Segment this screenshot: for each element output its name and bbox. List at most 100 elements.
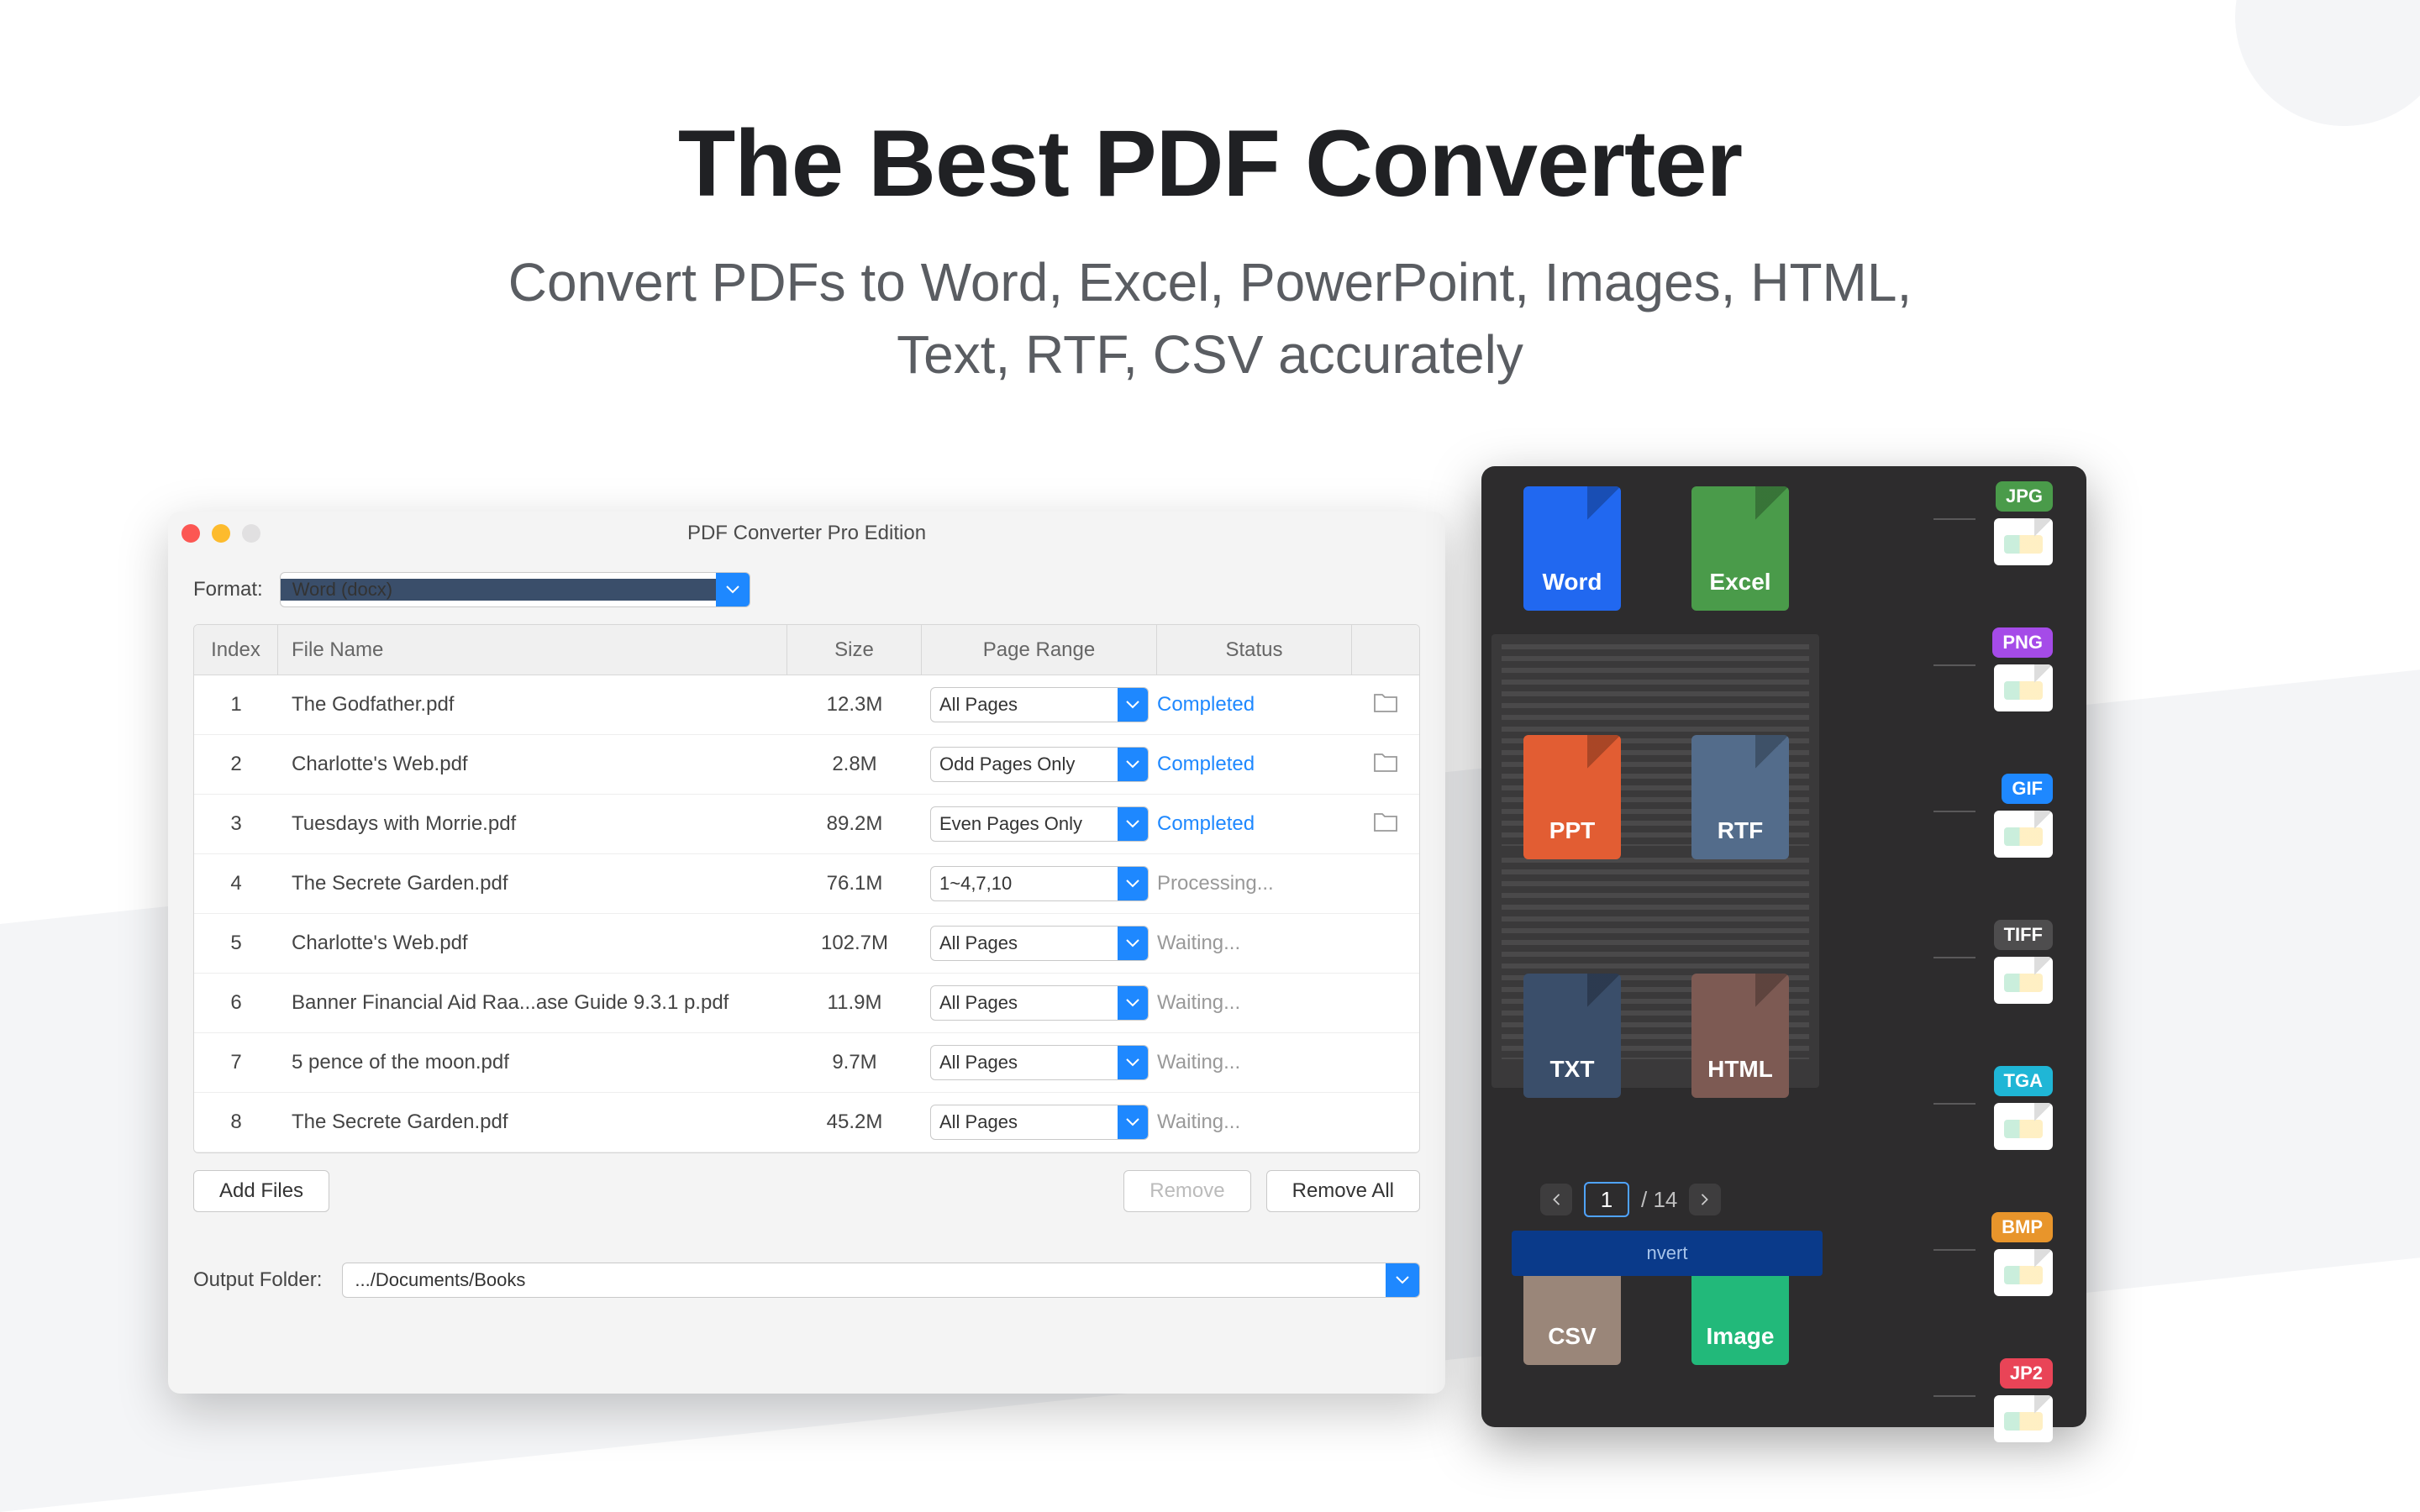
cell-index: 4	[194, 872, 278, 895]
hero-section: The Best PDF Converter Convert PDFs to W…	[0, 109, 2420, 391]
cell-index: 2	[194, 753, 278, 776]
file-tile-html[interactable]: HTML	[1691, 974, 1789, 1098]
output-path: .../Documents/Books	[343, 1269, 1386, 1291]
file-tile-label: RTF	[1718, 817, 1763, 844]
output-row: Output Folder: .../Documents/Books	[168, 1229, 1445, 1298]
page-range-value: All Pages	[931, 1111, 1118, 1133]
open-folder-button[interactable]	[1373, 811, 1398, 838]
header-status: Status	[1157, 625, 1352, 675]
cell-index: 8	[194, 1110, 278, 1134]
chevron-down-icon	[716, 573, 750, 606]
file-tile-label: Excel	[1709, 569, 1770, 596]
open-folder-button[interactable]	[1373, 691, 1398, 719]
table-row[interactable]: 7 5 pence of the moon.pdf 9.7M All Pages…	[194, 1033, 1419, 1093]
image-tag-tiff: TIFF	[1991, 920, 2053, 1004]
page-range-select[interactable]: Even Pages Only	[930, 806, 1149, 842]
bg-decor-circle	[2235, 0, 2420, 126]
image-thumb-icon	[1994, 1395, 2053, 1442]
add-files-button[interactable]: Add Files	[193, 1170, 329, 1212]
image-tag-jp2: JP2	[1991, 1358, 2053, 1442]
cell-page-range: All Pages	[922, 687, 1157, 722]
image-format-tag: JP2	[2000, 1358, 2053, 1389]
file-tile-label: TXT	[1550, 1056, 1595, 1083]
file-table: Index File Name Size Page Range Status 1…	[193, 624, 1420, 1153]
page-range-select[interactable]: All Pages	[930, 1045, 1149, 1080]
chevron-down-icon	[1118, 748, 1148, 781]
image-thumb-icon	[1994, 518, 2053, 565]
format-row: Format: Word (docx)	[168, 555, 1445, 624]
header-page-range: Page Range	[922, 625, 1157, 675]
image-thumb-icon	[1994, 664, 2053, 711]
cell-size: 11.9M	[787, 991, 922, 1015]
image-tag-gif: GIF	[1991, 774, 2053, 858]
format-value: Word (docx)	[281, 579, 716, 601]
file-tile-txt[interactable]: TXT	[1523, 974, 1621, 1098]
image-thumb-icon	[1994, 811, 2053, 858]
app-window: PDF Converter Pro Edition Format: Word (…	[168, 512, 1445, 1394]
table-row[interactable]: 1 The Godfather.pdf 12.3M All Pages Comp…	[194, 675, 1419, 735]
prev-page-button[interactable]	[1540, 1184, 1572, 1215]
page-range-select[interactable]: All Pages	[930, 687, 1149, 722]
cell-file-name: Charlotte's Web.pdf	[278, 932, 787, 955]
open-folder-button[interactable]	[1373, 751, 1398, 779]
image-format-tag: TGA	[1994, 1066, 2053, 1096]
file-corner-icon	[1755, 486, 1789, 520]
page-range-select[interactable]: All Pages	[930, 1105, 1149, 1140]
format-label: Format:	[193, 578, 263, 601]
convert-button[interactable]: nvert	[1512, 1231, 1823, 1276]
cell-size: 45.2M	[787, 1110, 922, 1134]
file-tile-word[interactable]: Word	[1523, 486, 1621, 611]
cell-status: Waiting...	[1157, 932, 1352, 955]
next-page-button[interactable]	[1689, 1184, 1721, 1215]
remove-all-button[interactable]: Remove All	[1266, 1170, 1420, 1212]
image-tag-png: PNG	[1991, 627, 2053, 711]
cell-status: Processing...	[1157, 872, 1352, 895]
cell-page-range: All Pages	[922, 1105, 1157, 1140]
table-row[interactable]: 8 The Secrete Garden.pdf 45.2M All Pages…	[194, 1093, 1419, 1152]
cell-index: 3	[194, 812, 278, 836]
chevron-down-icon	[1118, 1046, 1148, 1079]
page-total: / 14	[1641, 1187, 1677, 1213]
cell-file-name: Tuesdays with Morrie.pdf	[278, 812, 787, 836]
convert-label: nvert	[1647, 1242, 1688, 1264]
file-tile-excel[interactable]: Excel	[1691, 486, 1789, 611]
page-range-select[interactable]: Odd Pages Only	[930, 747, 1149, 782]
file-tile-ppt[interactable]: PPT	[1523, 735, 1621, 859]
output-label: Output Folder:	[193, 1268, 322, 1292]
image-thumb-icon	[1994, 1103, 2053, 1150]
image-format-tag: PNG	[1992, 627, 2053, 658]
hero-subtitle-line-1: Convert PDFs to Word, Excel, PowerPoint,…	[508, 252, 1912, 312]
image-tag-tga: TGA	[1991, 1066, 2053, 1150]
remove-button[interactable]: Remove	[1123, 1170, 1250, 1212]
cell-status: Completed	[1157, 753, 1352, 776]
cell-size: 12.3M	[787, 693, 922, 717]
cell-file-name: Banner Financial Aid Raa...ase Guide 9.3…	[278, 991, 787, 1015]
cell-size: 102.7M	[787, 932, 922, 955]
cell-index: 6	[194, 991, 278, 1015]
page-range-select[interactable]: All Pages	[930, 926, 1149, 961]
page-range-select[interactable]: 1~4,7,10	[930, 866, 1149, 901]
preview-panel: WordExcelPPTRTFTXTHTMLCSVImage 1 / 14 nv…	[1481, 466, 2086, 1427]
image-tag-bmp: BMP	[1991, 1212, 2053, 1296]
table-row[interactable]: 6 Banner Financial Aid Raa...ase Guide 9…	[194, 974, 1419, 1033]
output-folder-select[interactable]: .../Documents/Books	[342, 1263, 1420, 1298]
chevron-down-icon	[1118, 927, 1148, 960]
cell-size: 89.2M	[787, 812, 922, 836]
cell-file-name: 5 pence of the moon.pdf	[278, 1051, 787, 1074]
file-tile-rtf[interactable]: RTF	[1691, 735, 1789, 859]
file-corner-icon	[1587, 974, 1621, 1007]
cell-status: Completed	[1157, 812, 1352, 836]
cell-index: 7	[194, 1051, 278, 1074]
page-range-select[interactable]: All Pages	[930, 985, 1149, 1021]
file-corner-icon	[1755, 735, 1789, 769]
image-tag-jpg: JPG	[1991, 481, 2053, 565]
header-size: Size	[787, 625, 922, 675]
hero-subtitle-line-2: Text, RTF, CSV accurately	[897, 324, 1523, 385]
table-row[interactable]: 4 The Secrete Garden.pdf 76.1M 1~4,7,10 …	[194, 854, 1419, 914]
image-thumb-icon	[1994, 1249, 2053, 1296]
table-row[interactable]: 5 Charlotte's Web.pdf 102.7M All Pages W…	[194, 914, 1419, 974]
page-number[interactable]: 1	[1584, 1182, 1629, 1217]
table-row[interactable]: 3 Tuesdays with Morrie.pdf 89.2M Even Pa…	[194, 795, 1419, 854]
table-row[interactable]: 2 Charlotte's Web.pdf 2.8M Odd Pages Onl…	[194, 735, 1419, 795]
format-select[interactable]: Word (docx)	[280, 572, 750, 607]
